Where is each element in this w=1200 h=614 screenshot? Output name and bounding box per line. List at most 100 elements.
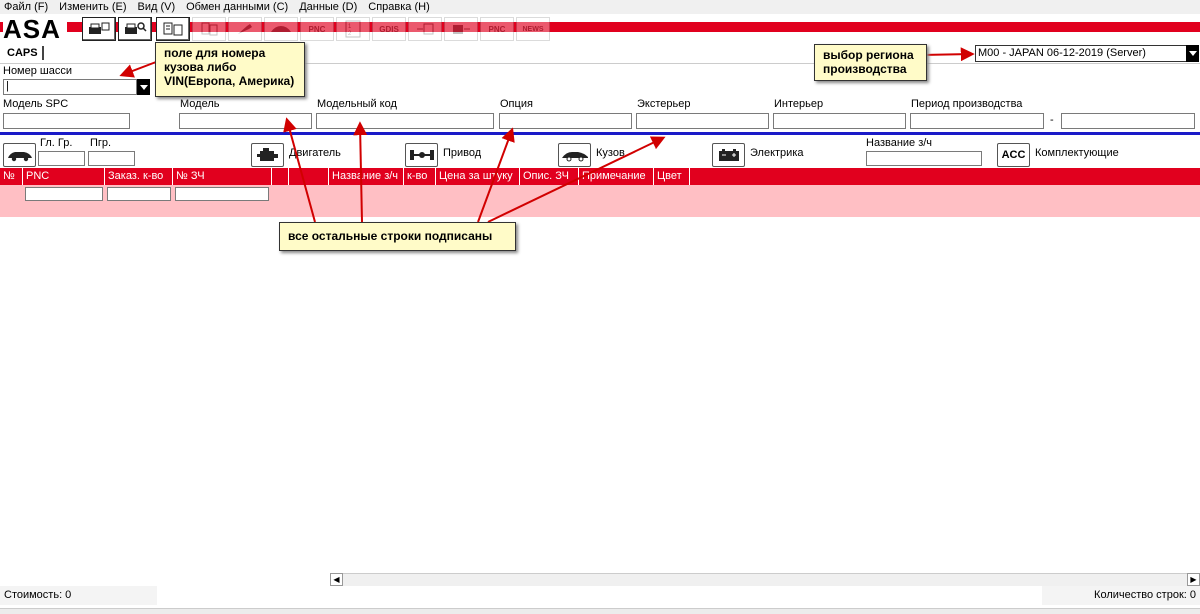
menu-file[interactable]: Файл (F)	[4, 0, 48, 14]
col-blank-2[interactable]	[289, 168, 329, 185]
copy-doc-button[interactable]	[192, 17, 226, 41]
part-name-input[interactable]	[866, 151, 982, 166]
chassis-dropdown-arrow-icon[interactable]	[137, 79, 150, 95]
filter-order-qty-input[interactable]	[107, 187, 171, 201]
model-spc-input[interactable]	[3, 113, 130, 129]
menu-view[interactable]: Вид (V)	[138, 0, 176, 14]
chassis-input[interactable]: |	[3, 79, 137, 95]
tab-caps[interactable]: CAPS	[3, 46, 44, 60]
acc-icon: ACC	[1001, 149, 1026, 161]
battery-icon	[718, 149, 739, 161]
main-group-label: Гл. Гр.	[40, 137, 73, 149]
documents-icon	[163, 22, 183, 36]
pnc-icon: PNC	[308, 24, 326, 34]
accessories-label: Комплектующие	[1035, 147, 1119, 159]
col-part-name[interactable]: Название з/ч	[329, 168, 404, 185]
vehicle-group-button[interactable]	[3, 143, 36, 167]
model-label: Модель	[180, 98, 220, 110]
scroll-right-icon[interactable]: ▶	[1187, 573, 1200, 586]
status-cost: Стоимость: 0	[0, 586, 157, 605]
vehicle-button[interactable]	[264, 17, 298, 41]
status-bar	[0, 586, 1200, 608]
electric-button[interactable]	[712, 143, 745, 167]
col-number[interactable]: №	[0, 168, 23, 185]
open-folder-button[interactable]	[444, 17, 478, 41]
sequence-button[interactable]: 12	[336, 17, 370, 41]
svg-text:1: 1	[348, 24, 352, 30]
exterior-label: Экстерьер	[637, 98, 691, 110]
exterior-input[interactable]	[636, 113, 769, 129]
model-code-label: Модельный код	[317, 98, 397, 110]
car-body-icon	[561, 152, 588, 162]
model-spc-label: Модель SPC	[3, 98, 69, 110]
car-icon	[7, 152, 32, 162]
interior-input[interactable]	[773, 113, 906, 129]
col-part-desc[interactable]: Опис. ЗЧ	[520, 168, 579, 185]
menu-bar: Файл (F) Изменить (E) Вид (V) Обмен данн…	[0, 0, 1200, 14]
printer-search-icon	[125, 22, 147, 34]
col-note[interactable]: Примечание	[579, 168, 654, 185]
scroll-left-icon[interactable]: ◀	[330, 573, 343, 586]
col-pnc[interactable]: PNC	[23, 168, 105, 185]
car-icon	[271, 26, 291, 32]
chassis-label: Номер шасси	[3, 65, 73, 77]
production-period-label: Период производства	[911, 98, 1023, 110]
drive-button[interactable]	[405, 143, 438, 167]
region-dropdown-arrow-icon[interactable]	[1186, 45, 1199, 62]
filter-part-number-input[interactable]	[175, 187, 269, 201]
svg-text:2: 2	[348, 31, 352, 37]
col-order-qty[interactable]: Заказ. к-во	[105, 168, 173, 185]
window-bottom-edge	[0, 608, 1200, 614]
document-copy-icon	[201, 22, 218, 36]
accessories-button[interactable]: ACC	[997, 143, 1030, 167]
engine-button[interactable]	[251, 143, 284, 167]
axle-icon	[409, 150, 434, 160]
pnc-list-icon: PNC	[488, 24, 506, 34]
col-part-number[interactable]: № ЗЧ	[173, 168, 272, 185]
col-blank-1[interactable]	[272, 168, 289, 185]
period-to-input[interactable]	[1061, 113, 1195, 129]
folder-open-icon	[453, 25, 470, 34]
menu-exchange[interactable]: Обмен данными (C)	[186, 0, 288, 14]
news-icon: NEWS	[522, 25, 544, 33]
callout-region: выбор региона производства	[814, 44, 927, 81]
app-logo: ASA	[3, 15, 67, 43]
option-input[interactable]	[499, 113, 632, 129]
col-color[interactable]: Цвет	[654, 168, 690, 185]
col-qty[interactable]: к-во	[404, 168, 436, 185]
gdis-icon: GDIS	[379, 24, 399, 34]
model-input[interactable]	[179, 113, 312, 129]
filter-pnc-input[interactable]	[25, 187, 103, 201]
part-name-label: Название з/ч	[866, 137, 933, 149]
period-dash: -	[1050, 114, 1054, 126]
news-button[interactable]: NEWS	[516, 17, 550, 41]
pnc-list-button[interactable]: PNC	[480, 17, 514, 41]
menu-help[interactable]: Справка (H)	[368, 0, 429, 14]
drive-label: Привод	[443, 147, 482, 159]
main-group-input[interactable]	[38, 151, 85, 166]
print-button[interactable]	[82, 17, 116, 41]
region-select[interactable]: M00 - JAPAN 06-12-2019 (Server)	[975, 45, 1187, 62]
divider-blue	[0, 132, 1200, 135]
body-button[interactable]	[558, 143, 591, 167]
sub-group-input[interactable]	[88, 151, 135, 166]
sub-group-label: Пгр.	[90, 137, 112, 149]
gdis-button[interactable]: GDIS	[372, 17, 406, 41]
electric-label: Электрика	[750, 147, 804, 159]
col-unit-price[interactable]: Цена за штуку	[436, 168, 520, 185]
callout-chassis: поле для номера кузова либо VIN(Европа, …	[155, 42, 305, 97]
save-button[interactable]	[408, 17, 442, 41]
save-icon	[417, 23, 434, 35]
engine-label: Двигатель	[289, 147, 341, 159]
pnc-button[interactable]: PNC	[300, 17, 334, 41]
model-code-input[interactable]	[316, 113, 494, 129]
menu-edit[interactable]: Изменить (E)	[59, 0, 126, 14]
engine-icon	[256, 148, 278, 161]
period-from-input[interactable]	[910, 113, 1044, 129]
print-preview-button[interactable]	[118, 17, 152, 41]
documents-button[interactable]	[156, 17, 190, 41]
horizontal-scrollbar[interactable]	[330, 573, 1200, 586]
tools-button[interactable]	[228, 17, 262, 41]
menu-data[interactable]: Данные (D)	[299, 0, 357, 14]
wrench-icon	[238, 24, 252, 34]
